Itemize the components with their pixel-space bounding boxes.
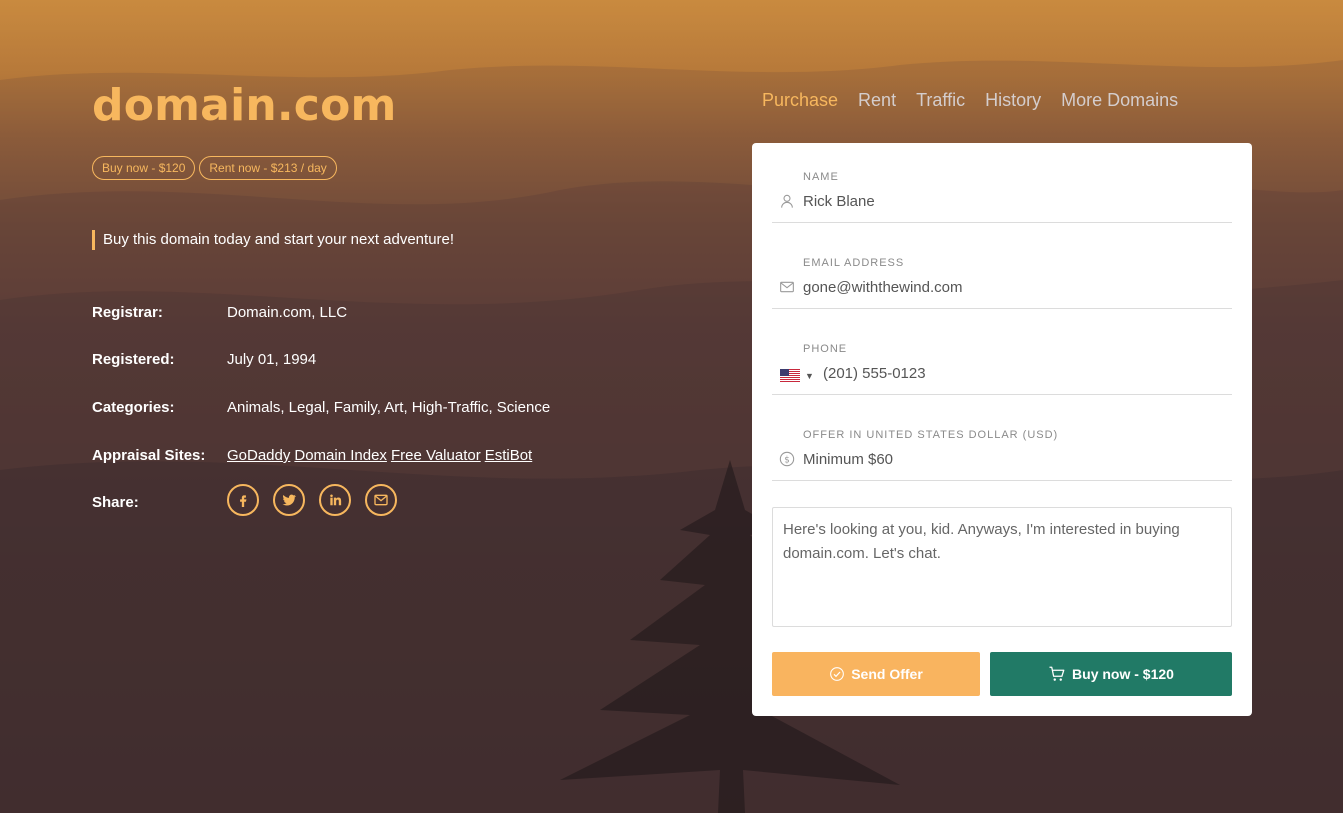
categories-value: Animals, Legal, Family, Art, High-Traffi… xyxy=(227,399,551,416)
appraisal-link-free-valuator[interactable]: Free Valuator xyxy=(391,447,481,464)
phone-label: PHONE xyxy=(803,343,848,355)
share-row: Share: xyxy=(92,484,692,516)
registrar-value: Domain.com, LLC xyxy=(227,304,348,321)
twitter-icon[interactable] xyxy=(273,484,305,516)
chevron-down-icon[interactable]: ▼ xyxy=(805,371,814,381)
registrar-row: Registrar: Domain.com, LLC xyxy=(92,304,692,326)
appraisal-link-domain-index[interactable]: Domain Index xyxy=(294,447,387,464)
tagline: Buy this domain today and start your nex… xyxy=(92,230,454,250)
appraisal-label: Appraisal Sites: xyxy=(92,447,206,464)
categories-label: Categories: xyxy=(92,399,175,416)
appraisal-link-estibot[interactable]: EstiBot xyxy=(485,447,533,464)
nav-rent[interactable]: Rent xyxy=(858,90,896,111)
email-label: EMAIL ADDRESS xyxy=(803,257,905,269)
phone-input[interactable]: (201) 555-0123 xyxy=(823,365,926,382)
nav-history[interactable]: History xyxy=(985,90,1041,111)
user-icon xyxy=(779,193,795,209)
check-circle-icon xyxy=(830,667,845,681)
price-pills: Buy now - $120 Rent now - $213 / day xyxy=(92,156,337,180)
envelope-icon xyxy=(779,279,795,295)
name-input[interactable]: Rick Blane xyxy=(803,193,875,210)
appraisal-links: GoDaddy Domain Index Free Valuator EstiBot xyxy=(227,447,536,464)
svg-text:$: $ xyxy=(784,455,790,465)
share-label: Share: xyxy=(92,494,139,511)
registered-value: July 01, 1994 xyxy=(227,351,317,368)
message-textarea[interactable]: Here's looking at you, kid. Anyways, I'm… xyxy=(772,507,1232,627)
domain-title: domain.com xyxy=(92,80,397,131)
share-icons xyxy=(227,484,397,516)
send-offer-button[interactable]: Send Offer xyxy=(772,652,980,696)
appraisal-row: Appraisal Sites: GoDaddy Domain Index Free… xyxy=(92,447,692,469)
offer-input[interactable]: Minimum $60 xyxy=(803,451,893,468)
nav-traffic[interactable]: Traffic xyxy=(916,90,965,111)
email-icon[interactable] xyxy=(365,484,397,516)
buy-now-pill[interactable]: Buy now - $120 xyxy=(92,156,196,180)
cart-icon xyxy=(1049,666,1065,681)
offer-form-card: NAME Rick Blane EMAIL ADDRESS gone@witht… xyxy=(752,143,1252,716)
send-offer-label: Send Offer xyxy=(851,666,923,682)
offer-field[interactable]: OFFER IN UNITED STATES DOLLAR (USD) $ Mi… xyxy=(772,401,1232,481)
us-flag-icon[interactable] xyxy=(780,369,800,382)
nav-more-domains[interactable]: More Domains xyxy=(1061,90,1178,111)
email-field[interactable]: EMAIL ADDRESS gone@withthewind.com xyxy=(772,229,1232,309)
top-nav: Purchase Rent Traffic History More Domai… xyxy=(762,90,1178,111)
linkedin-icon[interactable] xyxy=(319,484,351,516)
name-label: NAME xyxy=(803,171,839,183)
buy-now-button[interactable]: Buy now - $120 xyxy=(990,652,1232,696)
categories-row: Categories: Animals, Legal, Family, Art,… xyxy=(92,399,692,421)
registered-row: Registered: July 01, 1994 xyxy=(92,351,692,373)
appraisal-link-godaddy[interactable]: GoDaddy xyxy=(227,447,290,464)
buy-now-label: Buy now - $120 xyxy=(1072,666,1174,682)
offer-label: OFFER IN UNITED STATES DOLLAR (USD) xyxy=(803,429,1059,441)
facebook-icon[interactable] xyxy=(227,484,259,516)
nav-purchase[interactable]: Purchase xyxy=(762,90,838,111)
registered-label: Registered: xyxy=(92,351,175,368)
registrar-label: Registrar: xyxy=(92,304,163,321)
name-field[interactable]: NAME Rick Blane xyxy=(772,143,1232,223)
dollar-icon: $ xyxy=(779,451,795,467)
phone-field[interactable]: PHONE ▼ (201) 555-0123 xyxy=(772,315,1232,395)
email-input[interactable]: gone@withthewind.com xyxy=(803,279,962,296)
rent-now-pill[interactable]: Rent now - $213 / day xyxy=(199,156,337,180)
